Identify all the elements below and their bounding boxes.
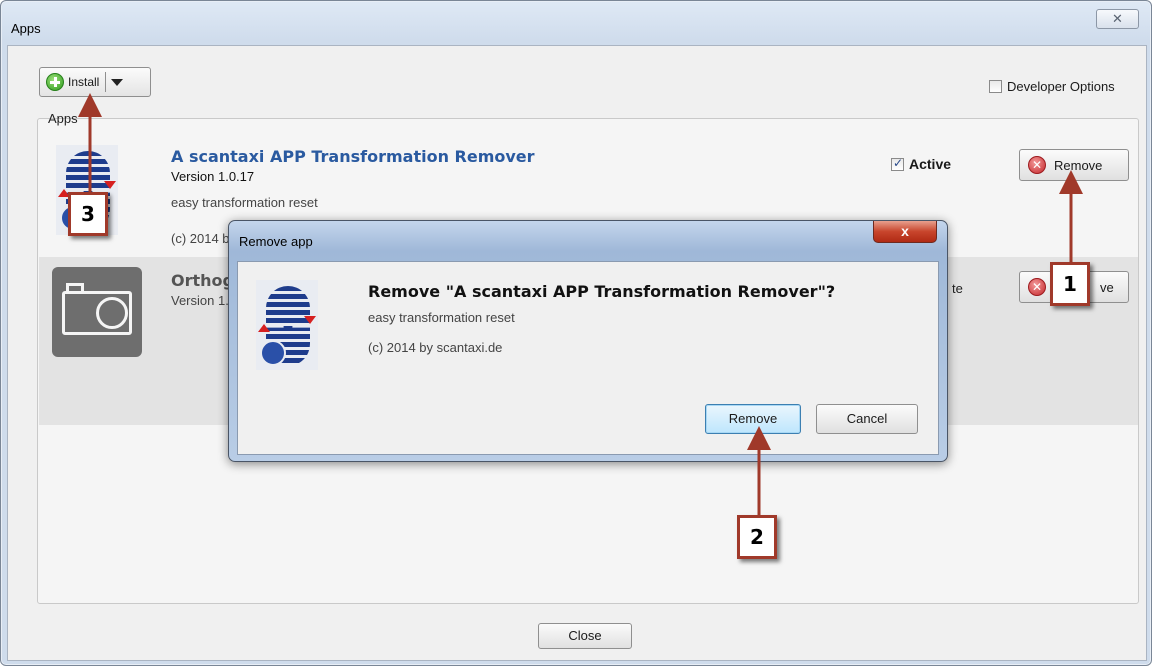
annotation-arrows [78, 93, 1083, 515]
callout-3: 3 [68, 192, 108, 236]
callout-2: 2 [737, 515, 777, 559]
callout-1: 1 [1050, 262, 1090, 306]
